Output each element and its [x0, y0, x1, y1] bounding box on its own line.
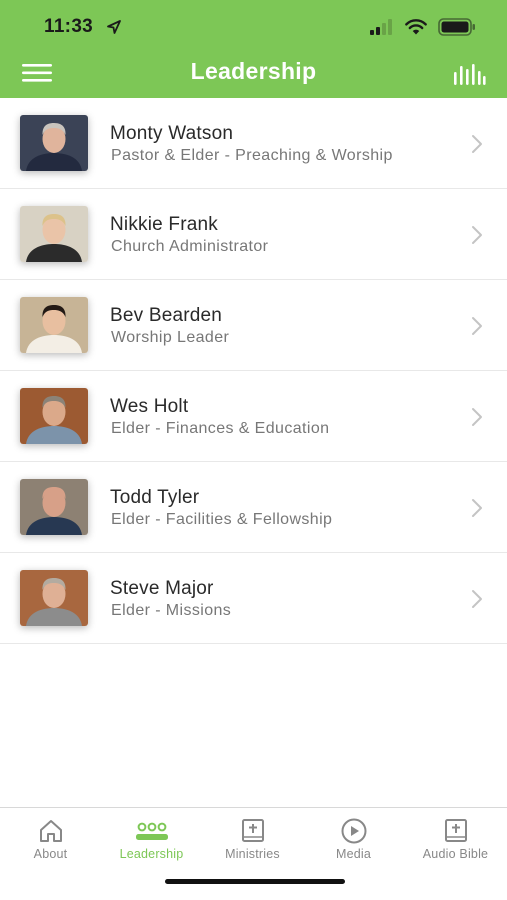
avatar — [20, 479, 88, 535]
home-icon — [39, 820, 62, 842]
leader-name: Bev Bearden — [110, 305, 223, 326]
leadership-list: Monty Watson Pastor & Elder - Preaching &… — [0, 98, 507, 644]
home-indicator — [165, 879, 345, 884]
leader-row[interactable]: Steve Major Elder - Missions — [0, 553, 507, 644]
audio-bars-icon[interactable] — [452, 62, 486, 86]
tab-ministries-label: Ministries — [225, 847, 280, 861]
bible-icon — [241, 819, 264, 842]
leader-role: Pastor & Elder - Preaching & Worship — [111, 147, 393, 164]
leader-role: Elder - Facilities & Fellowship — [111, 511, 333, 528]
tab-audio-bible[interactable]: Audio Bible — [404, 808, 507, 878]
leader-role: Elder - Missions — [111, 602, 232, 619]
bible-icon — [444, 819, 467, 842]
chevron-right-icon — [472, 226, 482, 244]
leader-name: Steve Major — [110, 578, 214, 599]
chevron-right-icon — [472, 408, 482, 426]
cellular-signal-icon — [370, 19, 392, 35]
leader-row[interactable]: Nikkie Frank Church Administrator — [0, 189, 507, 280]
avatar — [20, 115, 88, 171]
leader-row[interactable]: Bev Bearden Worship Leader — [0, 280, 507, 371]
tab-media[interactable]: Media — [303, 808, 404, 878]
leader-role: Elder - Finances & Education — [111, 420, 330, 437]
status-bar: 11:33 — [0, 0, 507, 52]
play-icon — [341, 818, 366, 844]
leader-row[interactable]: Monty Watson Pastor & Elder - Preaching &… — [0, 98, 507, 189]
status-time: 11:33 — [44, 16, 94, 37]
leader-name: Wes Holt — [110, 396, 189, 417]
tab-media-label: Media — [335, 847, 372, 861]
app-header: 11:33 Leadership — [0, 0, 507, 98]
chevron-right-icon — [472, 317, 482, 335]
leader-row[interactable]: Todd Tyler Elder - Facilities & Fellowshi… — [0, 462, 507, 553]
page-title: Leadership — [190, 58, 317, 84]
battery-icon — [438, 18, 475, 36]
tab-about[interactable]: About — [0, 808, 101, 878]
tab-about-label: About — [33, 847, 68, 861]
chevron-right-icon — [472, 590, 482, 608]
avatar — [20, 570, 88, 626]
leader-row[interactable]: Wes Holt Elder - Finances & Education — [0, 371, 507, 462]
leader-name: Todd Tyler — [110, 487, 200, 508]
avatar — [20, 388, 88, 444]
tab-audio-bible-label: Audio Bible — [422, 847, 489, 861]
tab-leadership[interactable]: Leadership — [101, 808, 202, 878]
tab-ministries[interactable]: Ministries — [202, 808, 303, 878]
leader-role: Worship Leader — [111, 329, 230, 346]
location-arrow-icon — [107, 20, 121, 34]
group-icon — [135, 822, 168, 840]
chevron-right-icon — [472, 135, 482, 153]
chevron-right-icon — [472, 499, 482, 517]
wifi-icon — [405, 19, 427, 35]
tab-leadership-label: Leadership — [119, 847, 184, 861]
bottom-tab-bar: About Leadership Ministries Media Audio … — [0, 807, 507, 900]
leader-name: Monty Watson — [110, 123, 234, 144]
avatar — [20, 297, 88, 353]
leader-role: Church Administrator — [111, 238, 269, 255]
leader-name: Nikkie Frank — [110, 214, 218, 235]
avatar — [20, 206, 88, 262]
